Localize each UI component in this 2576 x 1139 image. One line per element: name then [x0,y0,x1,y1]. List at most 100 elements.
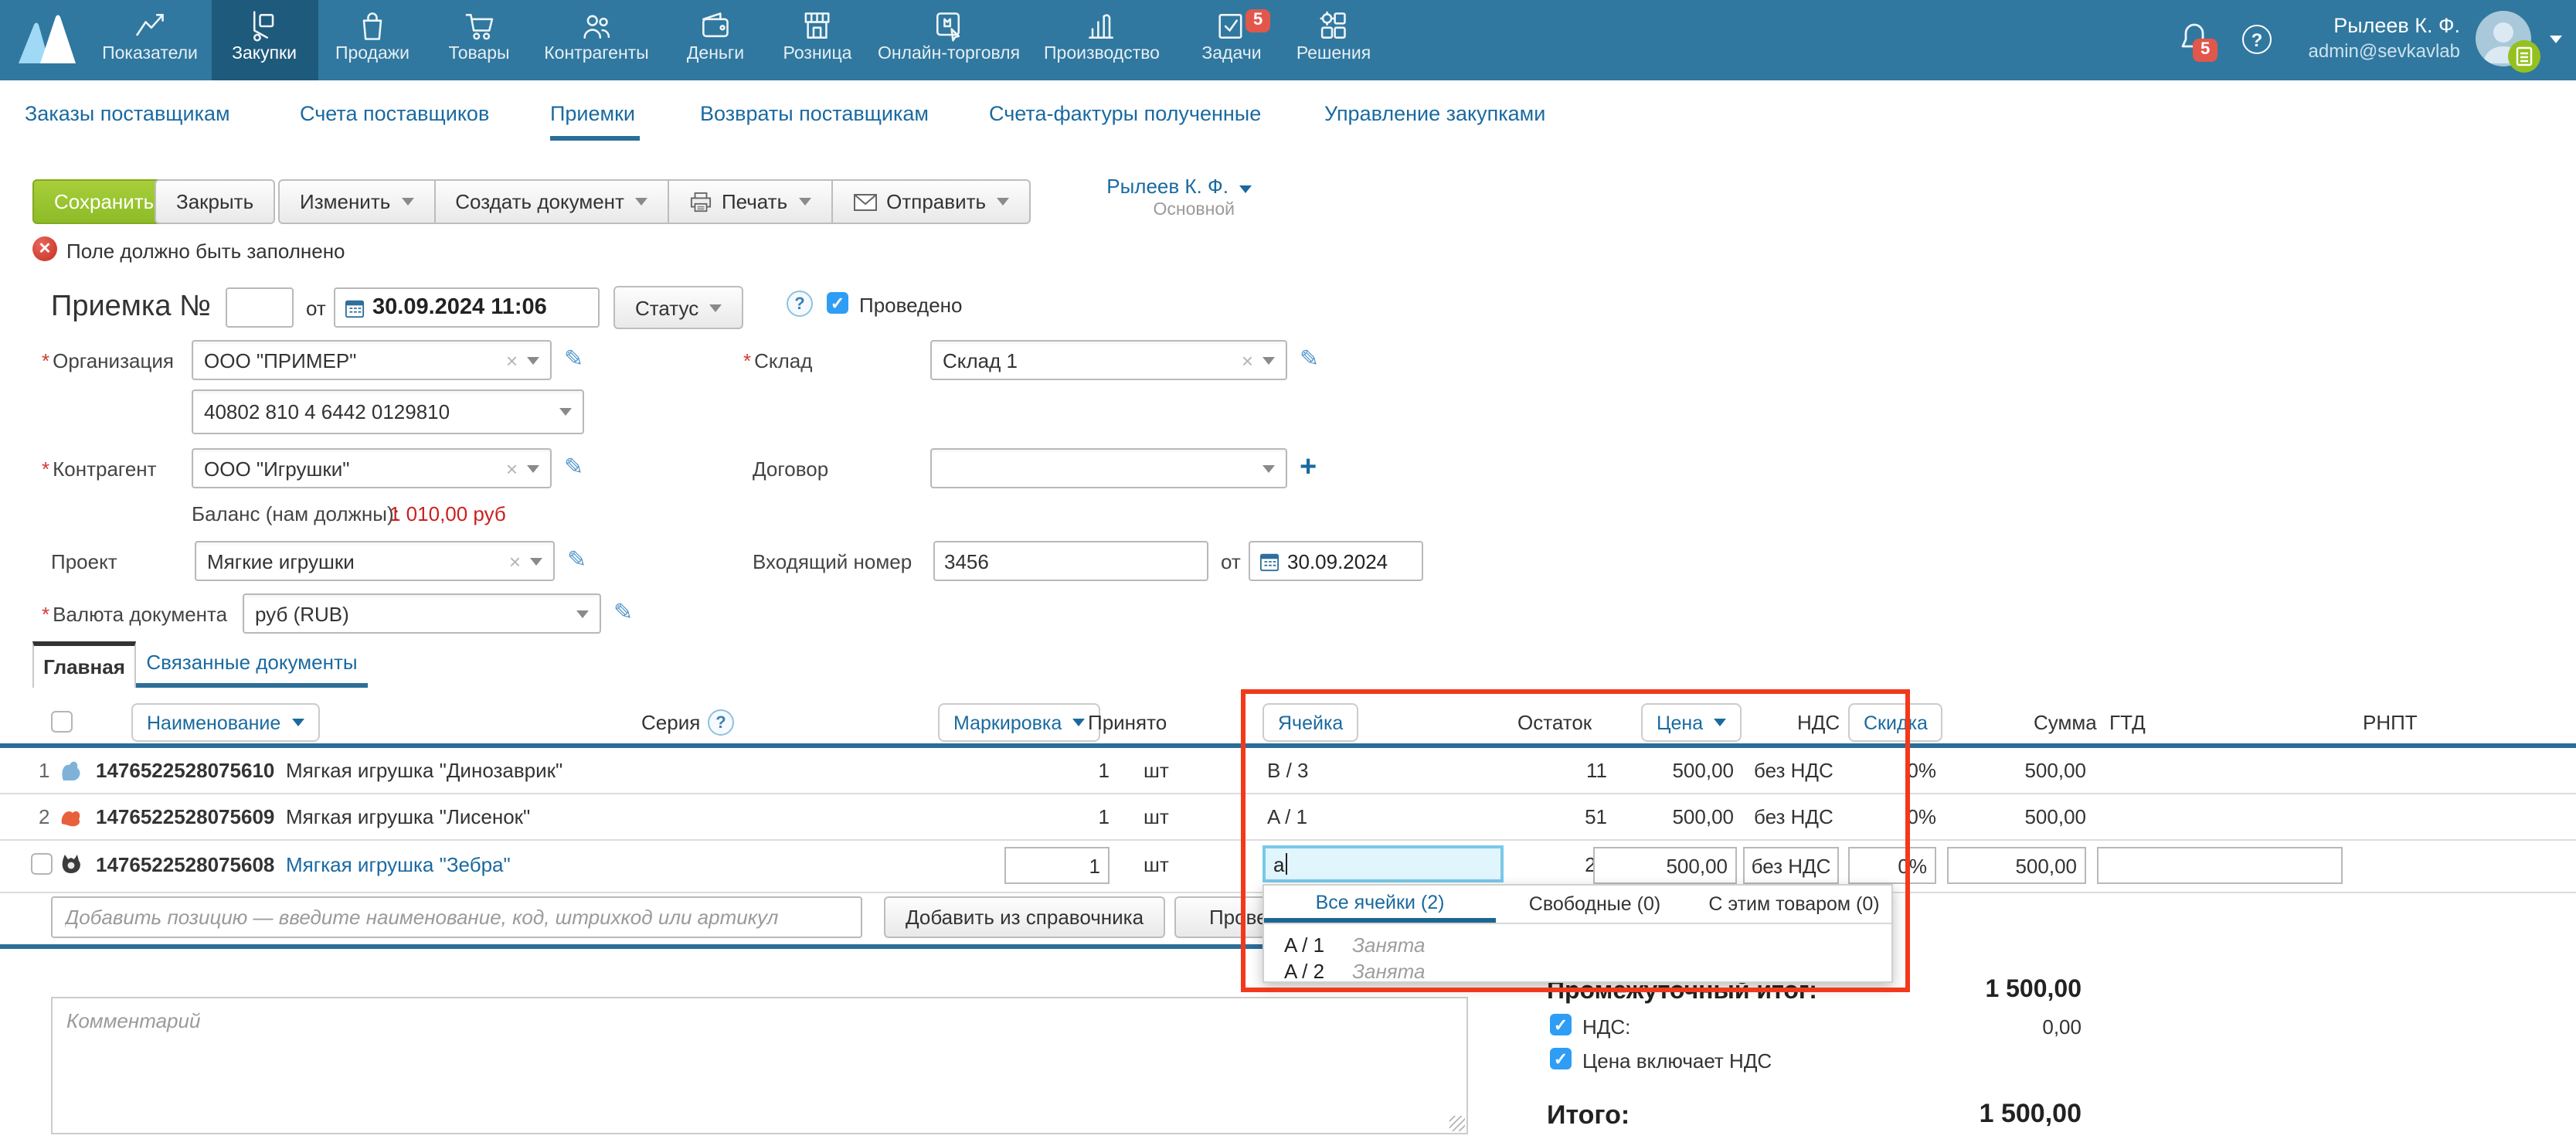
subnav-supplier-returns[interactable]: Возвраты поставщикам [700,102,929,125]
doc-number-input[interactable] [226,287,294,328]
send-menu-button[interactable]: Отправить [831,179,1031,224]
column-price-button[interactable]: Цена [1641,703,1742,742]
cell-input-focused[interactable]: a [1263,845,1504,882]
caret-down-icon[interactable] [1263,464,1275,472]
close-button[interactable]: Закрыть [155,179,275,224]
add-contract-plus-icon[interactable]: + [1300,451,1317,485]
subnav-supplier-invoices[interactable]: Счета поставщиков [300,102,489,125]
price-value: 500,00 [1626,759,1734,782]
row-checkbox[interactable] [31,853,53,875]
incoming-date-field[interactable]: 30.09.2024 [1249,541,1423,581]
table-row-editing[interactable]: 1476522528075608 Мягкая игрушка "Зебра" … [0,841,2576,890]
price-includes-vat-checkbox[interactable]: ✓ [1550,1048,1572,1069]
counterparty-select[interactable]: ООО "Игрушки" × [192,448,552,488]
vat-checkbox[interactable]: ✓ [1550,1014,1572,1035]
product-name[interactable]: Мягкая игрушка "Лисенок" [286,805,530,828]
create-document-menu-button[interactable]: Создать документ [433,179,669,224]
resize-handle-icon[interactable] [1449,1116,1465,1131]
table-row[interactable]: 2 1476522528075609 Мягкая игрушка "Лисен… [0,794,2576,841]
qty-input[interactable] [1004,847,1110,884]
contract-select[interactable] [930,448,1287,488]
caret-down-icon[interactable] [527,464,539,472]
nav-item-retail[interactable]: Розница [783,0,852,80]
shopping-bag-icon [355,9,389,43]
print-menu-button[interactable]: Печать [668,179,832,224]
cells-tab-with-product[interactable]: С этим товаром (0) [1694,886,1895,923]
nav-item-production[interactable]: Производство [1044,0,1160,80]
clear-icon[interactable]: × [506,348,518,372]
doc-datetime-field[interactable]: 30.09.2024 11:06 [334,287,600,328]
account-select[interactable]: 40802 810 4 6442 0129810 [192,389,584,434]
select-all-checkbox[interactable] [51,711,73,733]
nav-item-indicators[interactable]: Показатели [102,0,198,80]
product-name[interactable]: Мягкая игрушка "Динозаврик" [286,759,562,782]
currency-edit-pencil-icon[interactable]: ✎ [613,601,633,624]
cells-tab-free[interactable]: Свободные (0) [1496,886,1694,923]
tab-linked-documents[interactable]: Связанные документы [136,641,368,688]
avatar[interactable] [2476,11,2531,66]
clear-icon[interactable]: × [506,457,518,480]
nav-item-online-trade[interactable]: Онлайн-торговля [878,0,1020,80]
product-name-link[interactable]: Мягкая игрушка "Зебра" [286,853,511,876]
add-from-catalog-button[interactable]: Добавить из справочника [884,896,1165,938]
gtd-input[interactable] [2097,847,2343,884]
cell-option[interactable]: A / 1Занята [1284,933,1426,957]
caret-down-icon[interactable] [559,408,572,416]
column-name-button[interactable]: Наименование [131,703,319,742]
clear-icon[interactable]: × [1242,348,1253,372]
cell-option[interactable]: A / 2Занята [1284,960,1426,983]
subnav-supplier-orders[interactable]: Заказы поставщикам [25,102,230,125]
column-gtd-label: ГТД [2109,711,2146,734]
comment-textarea[interactable] [51,997,1468,1134]
nav-item-solutions[interactable]: Решения [1296,0,1371,80]
nav-item-money[interactable]: Деньги [687,0,744,80]
user-block[interactable]: Рылеев К. Ф. admin@sevkavlab [2256,14,2460,62]
column-discount-button[interactable]: Скидка [1848,703,1943,742]
warehouse-select[interactable]: Склад 1 × [930,340,1287,380]
table-row[interactable]: 1 1476522528075610 Мягкая игрушка "Диноз… [0,748,2576,794]
warehouse-edit-pencil-icon[interactable]: ✎ [1300,348,1319,371]
caret-down-icon[interactable] [530,557,542,565]
project-select[interactable]: Мягкие игрушки × [195,541,555,581]
column-cell-button[interactable]: Ячейка [1263,703,1358,742]
approved-checkbox[interactable]: ✓ [827,292,848,314]
nav-item-purchases[interactable]: Закупки [232,0,297,80]
subnav-receivings[interactable]: Приемки [550,102,635,125]
column-marking-button[interactable]: Маркировка [938,703,1100,742]
owner-role: Основной [1082,201,1252,219]
user-menu-caret-icon[interactable] [2550,36,2562,43]
series-help-icon[interactable]: ? [708,709,734,736]
subnav-received-invoices[interactable]: Счета-фактуры полученные [989,102,1261,125]
price-input[interactable] [1593,847,1737,884]
nav-item-goods[interactable]: Товары [448,0,509,80]
status-button[interactable]: Статус [613,286,743,329]
org-label: ✕*Организация [42,349,174,372]
subnav-purchase-management[interactable]: Управление закупками [1324,102,1545,125]
nav-item-counterparties[interactable]: Контрагенты [544,0,648,80]
project-edit-pencil-icon[interactable]: ✎ [567,549,586,572]
owner-link[interactable]: Рылеев К. Ф. [1082,175,1252,198]
counterparty-edit-pencil-icon[interactable]: ✎ [564,456,583,479]
edit-menu-button[interactable]: Изменить [278,179,435,224]
org-edit-pencil-icon[interactable]: ✎ [564,348,583,371]
org-select[interactable]: ООО "ПРИМЕР" × [192,340,552,380]
caret-down-icon[interactable] [576,610,589,617]
vat-select[interactable]: без НДС [1743,847,1839,884]
sum-input[interactable] [1947,847,2086,884]
incoming-date: 30.09.2024 [1287,549,1388,573]
cells-tab-all[interactable]: Все ячейки (2) [1264,886,1496,923]
nav-item-sales[interactable]: Продажи [335,0,410,80]
incoming-number-input[interactable] [933,541,1208,581]
moysklad-logo-icon[interactable] [15,12,80,68]
tab-main[interactable]: Главная [32,641,136,688]
caret-down-icon[interactable] [527,356,539,364]
currency-select[interactable]: руб (RUB) [243,593,601,634]
approved-help-icon[interactable]: ? [787,291,813,317]
add-position-input[interactable] [51,896,862,938]
error-icon: ✕ [32,236,57,261]
nav-label: Продажи [335,45,410,63]
chart-line-icon [133,9,167,43]
discount-input[interactable] [1848,847,1936,884]
clear-icon[interactable]: × [509,549,521,573]
caret-down-icon[interactable] [1263,356,1275,364]
